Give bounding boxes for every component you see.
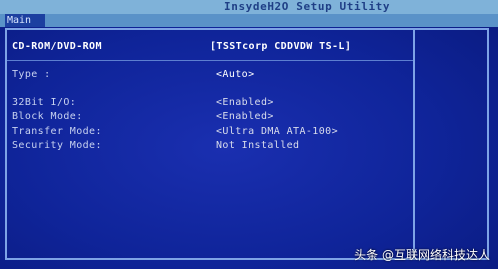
setting-value-type[interactable]: <Auto> — [216, 69, 255, 81]
setting-value-security-mode: Not Installed — [216, 140, 300, 151]
watermark-text: 头条 @互联网络科技达人 — [354, 248, 490, 262]
help-divider — [413, 28, 415, 260]
device-model: [TSSTcorp CDDVDW TS-L] — [210, 41, 352, 52]
bios-screen: InsydeH2O Setup Utility Main CD-ROM/DVD-… — [0, 0, 498, 269]
setting-value-block-mode[interactable]: <Enabled> — [216, 111, 274, 123]
device-name: CD-ROM/DVD-ROM — [12, 41, 102, 52]
setting-label-32bit-io: 32Bit I/O: — [12, 97, 77, 108]
setting-value-transfer-mode[interactable]: <Ultra DMA ATA-100> — [216, 126, 338, 138]
section-divider — [7, 60, 413, 61]
setting-label-transfer-mode: Transfer Mode: — [12, 126, 102, 137]
setting-label-type: Type : — [12, 69, 51, 80]
menu-bar — [0, 14, 498, 27]
setting-label-security-mode: Security Mode: — [12, 140, 102, 151]
tab-main[interactable]: Main — [5, 14, 45, 27]
setting-value-32bit-io[interactable]: <Enabled> — [216, 97, 274, 109]
app-title: InsydeH2O Setup Utility — [224, 0, 391, 13]
setting-label-block-mode: Block Mode: — [12, 111, 83, 122]
